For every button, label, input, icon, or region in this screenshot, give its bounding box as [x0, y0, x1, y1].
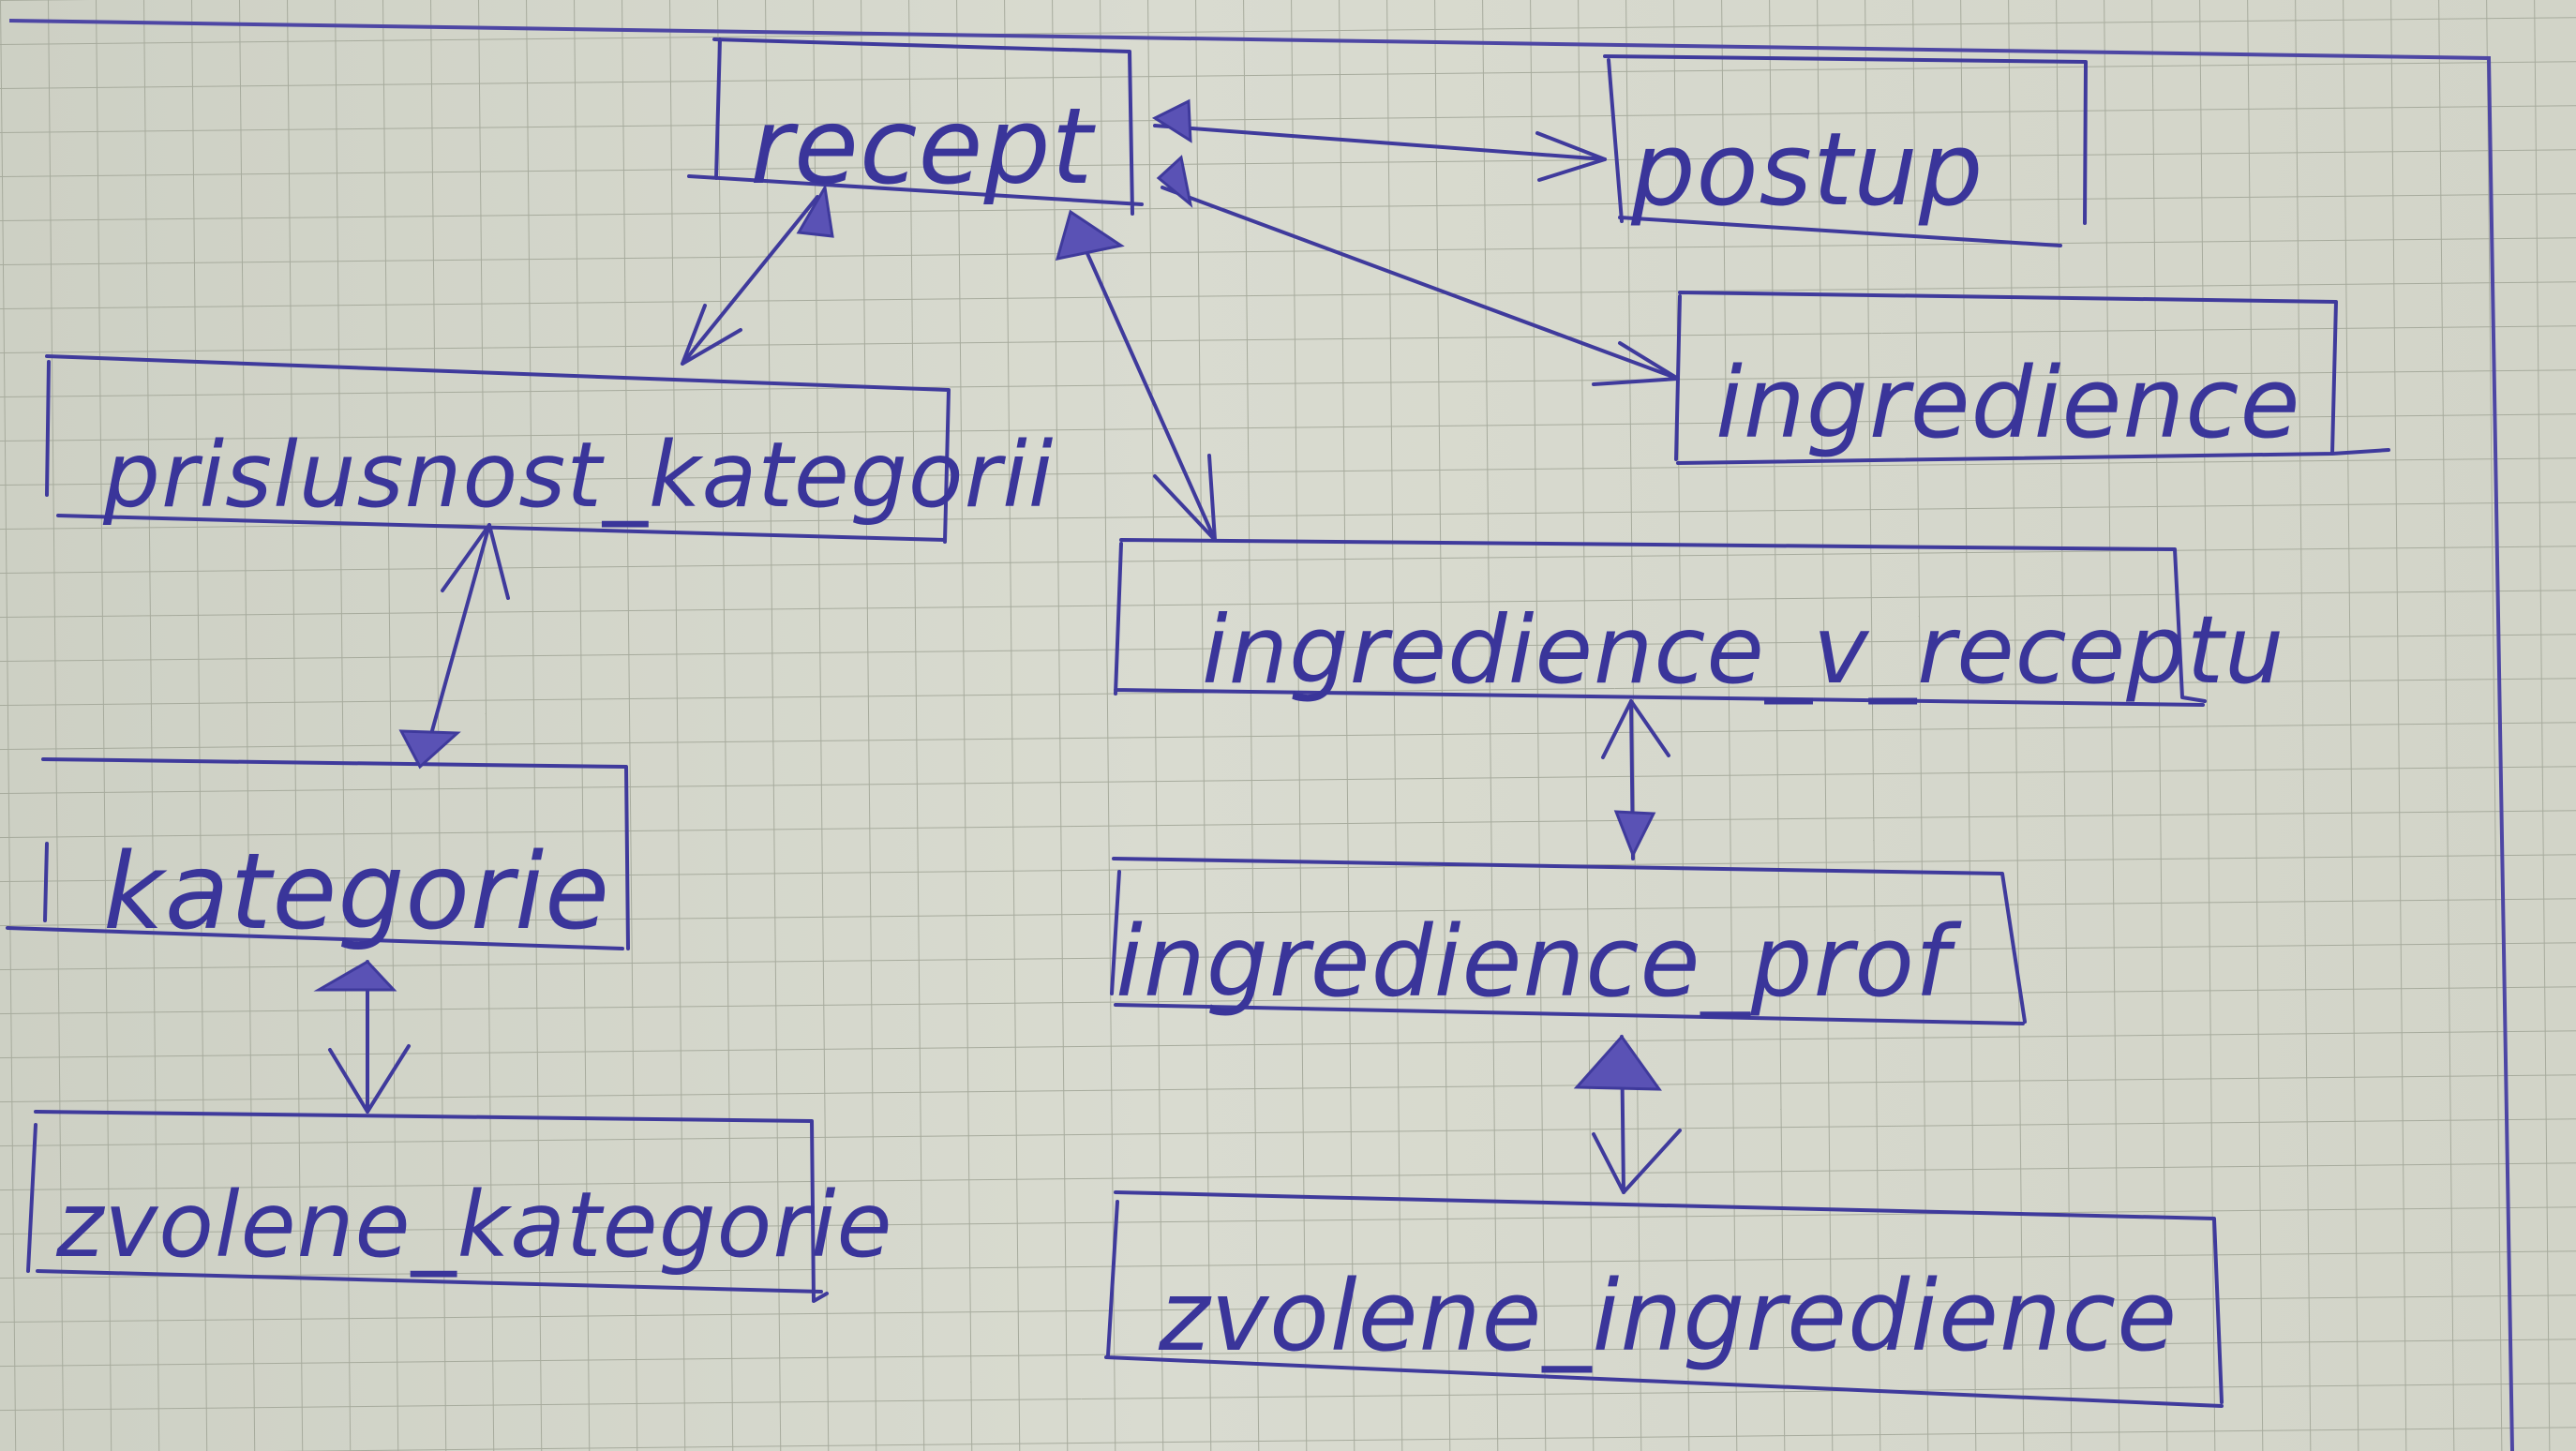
entity-label-ingredience-v-receptu: ingredience_v_receptu [1202, 595, 2284, 705]
entity-label-recept: recept [750, 86, 1097, 208]
entity-label-kategorie: kategorie [103, 831, 610, 953]
entity-label-prislusnost-kategorii: prislusnost_kategorii [102, 423, 1054, 528]
entity-label-ingredience: ingredience [1715, 346, 2301, 460]
er-diagram: recept postup ingredience prislusnost_ka… [0, 0, 2576, 1451]
entity-label-zvolene-kategorie: zvolene_kategorie [55, 1173, 893, 1278]
graph-paper-sheet: recept postup ingredience prislusnost_ka… [0, 0, 2576, 1451]
entity-label-ingredience-prof: ingredience_prof [1116, 905, 1962, 1019]
entity-label-postup: postup [1630, 112, 1984, 229]
entity-label-zvolene-ingredience: zvolene_ingredience [1158, 1259, 2178, 1373]
